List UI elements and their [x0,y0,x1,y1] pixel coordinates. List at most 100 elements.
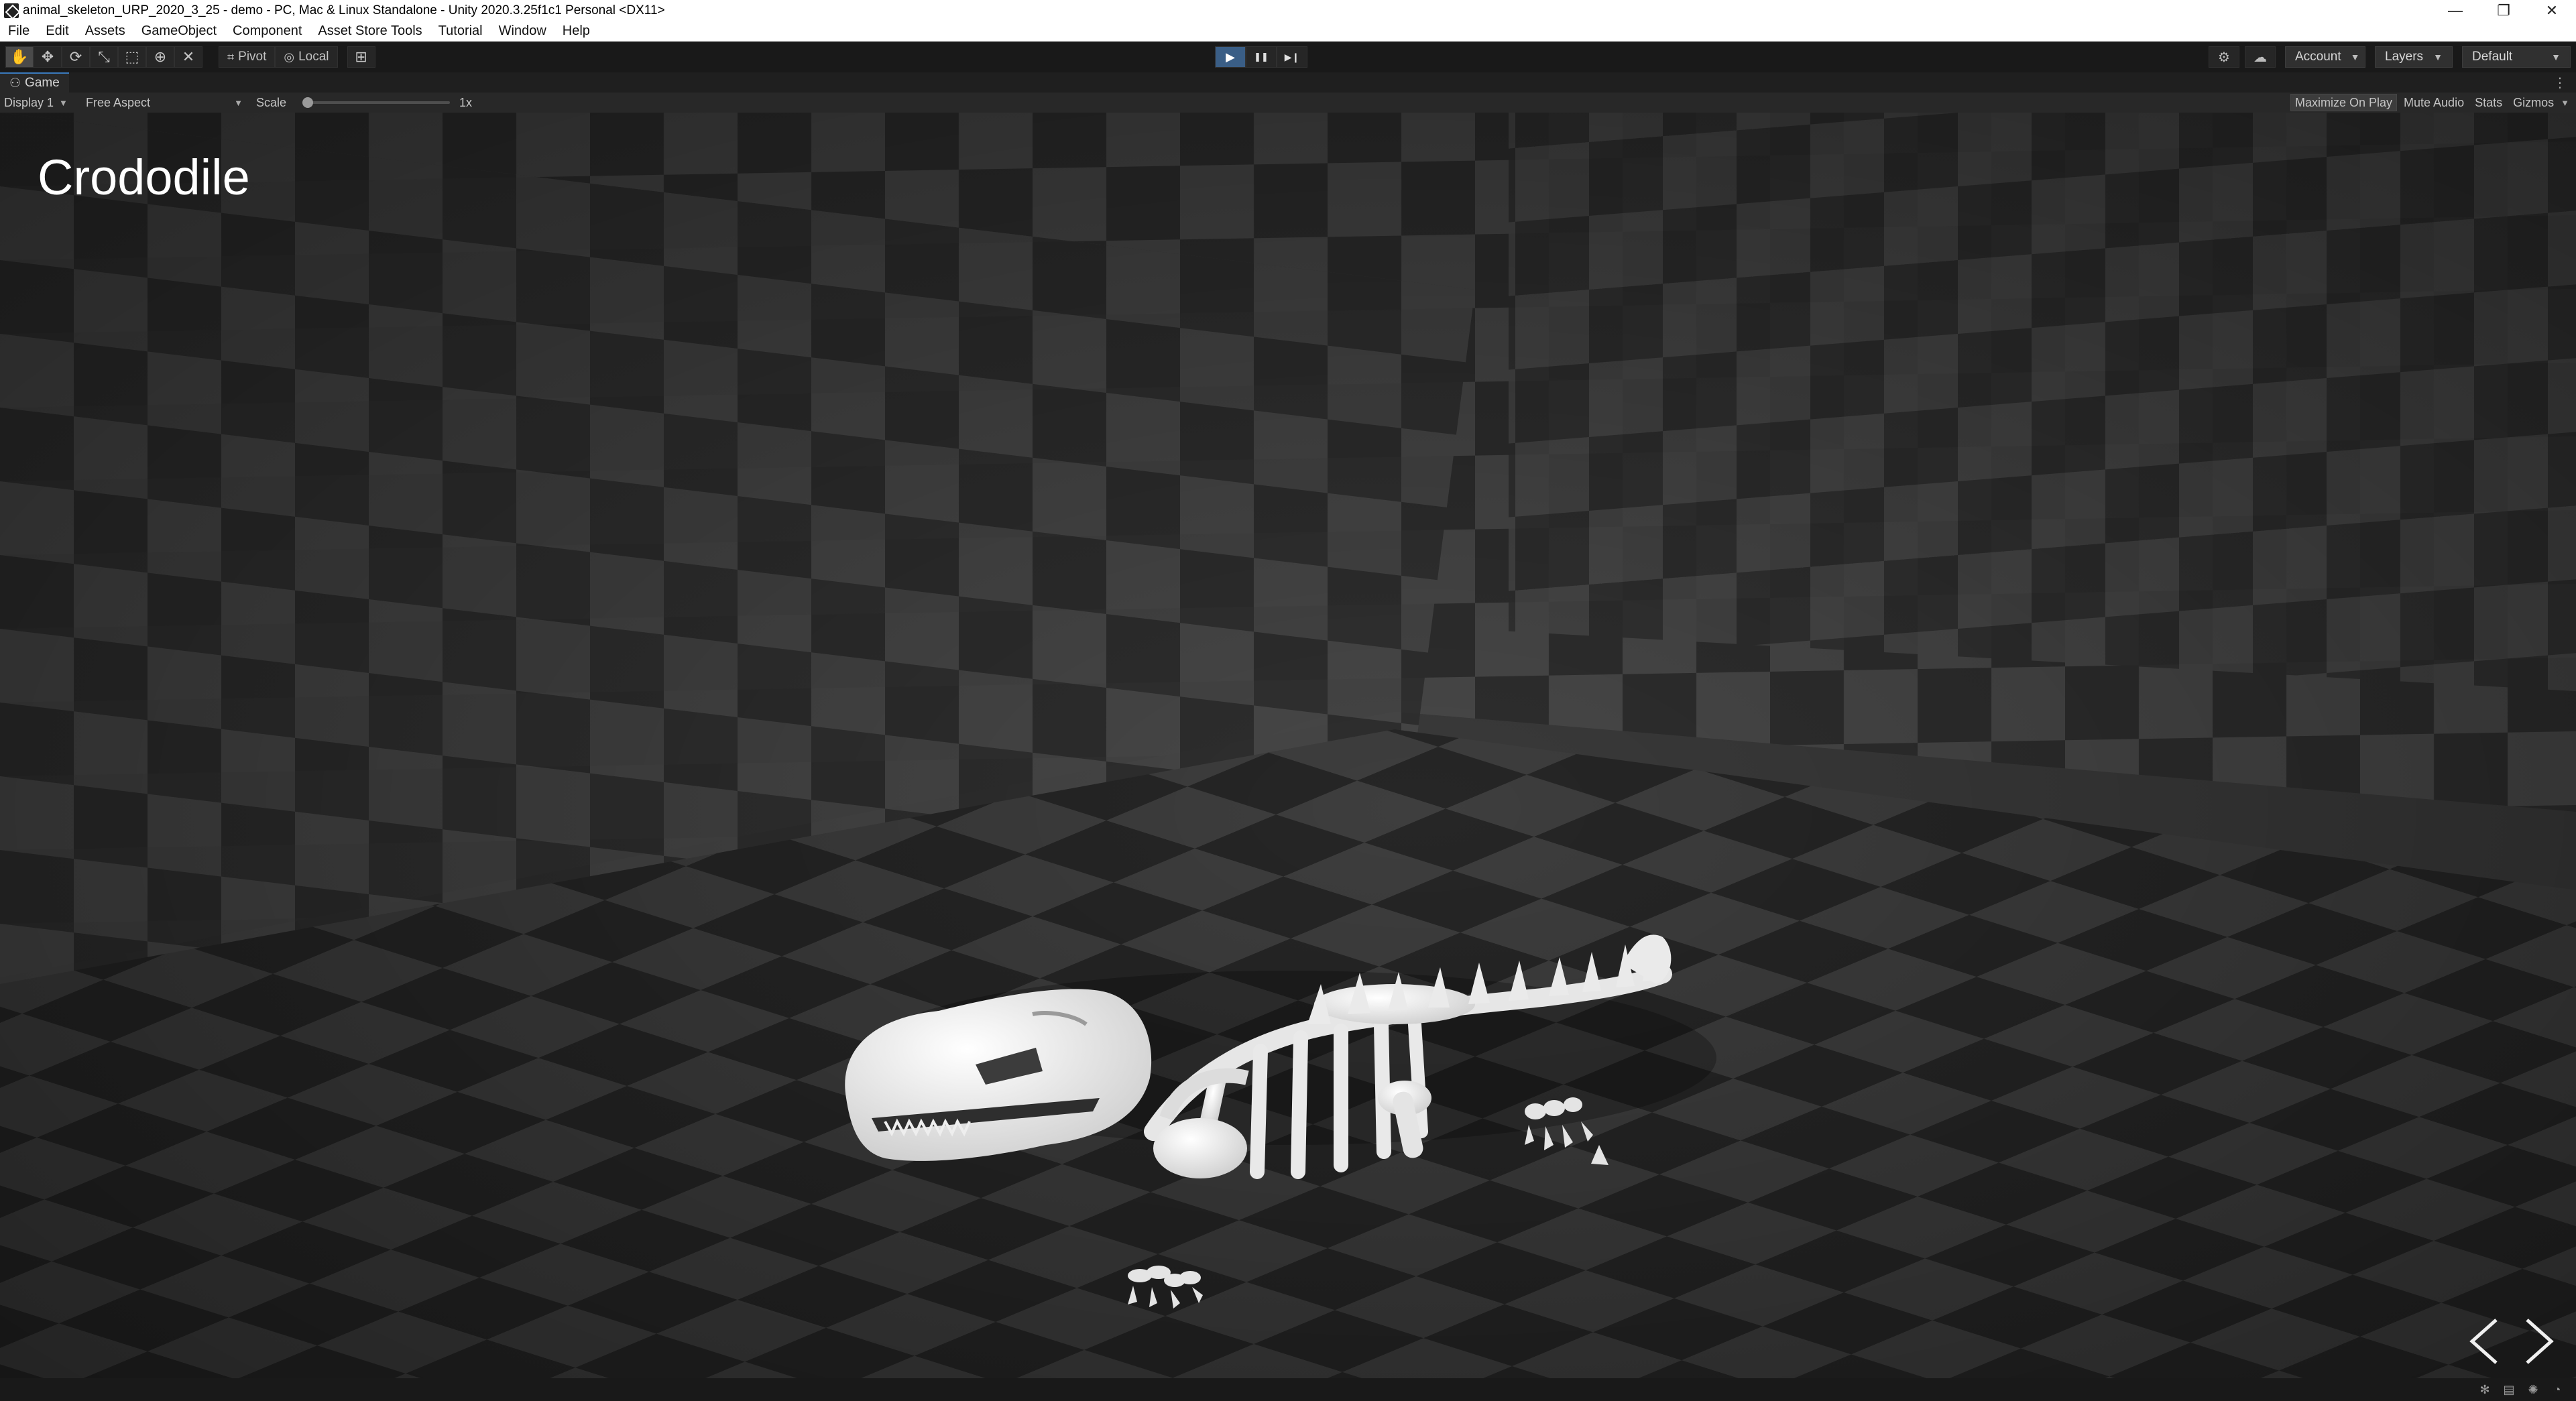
display-dropdown[interactable]: Display 1 ▼ [4,96,79,110]
display-label: Display 1 [4,95,54,109]
scale-slider-thumb[interactable] [302,97,314,108]
account-dropdown[interactable]: Account ▼ [2285,46,2365,68]
scale-label: Scale [256,95,287,109]
menu-assets[interactable]: Assets [85,23,125,39]
aspect-dropdown[interactable]: Free Aspect ▼ [86,96,243,110]
menu-bar: File Edit Assets GameObject Component As… [0,21,2576,42]
hand-icon: ✋ [10,48,29,65]
gamepad-icon: ⚇ [9,76,21,90]
layers-dropdown[interactable]: Layers ▼ [2375,46,2453,68]
chevron-down-icon: ▼ [2551,52,2561,62]
local-label: Local [298,50,329,64]
layout-dropdown[interactable]: Default ▼ [2462,46,2571,68]
next-button[interactable] [2516,1311,2563,1372]
rect-tool-button[interactable]: ⬚ [118,46,146,68]
mute-audio-toggle[interactable]: Mute Audio [2400,94,2468,111]
toolbar-right: ⚙ ☁ Account ▼ Layers ▼ Default ▼ [2203,46,2571,68]
scale-value: 1x [459,95,473,109]
chevron-down-icon: ▼ [59,97,68,108]
maximize-button[interactable]: ❐ [2479,0,2528,21]
grid-snap-icon: ⊞ [355,48,367,65]
layers-label: Layers [2385,50,2424,64]
chevron-down-icon: ▼ [2433,52,2443,62]
gizmos-label: Gizmos [2513,95,2555,109]
pause-icon: ❚❚ [1254,52,1269,62]
window-title: animal_skeleton_URP_2020_3_25 - demo - P… [23,3,665,17]
bug-icon[interactable]: ✻ [2473,1381,2497,1398]
menu-gameobject[interactable]: GameObject [141,23,217,39]
close-button[interactable]: ✕ [2528,0,2576,21]
game-viewport[interactable]: Crododile [0,113,2576,1378]
pivot-label: Pivot [238,50,267,64]
scale-tool-button[interactable]: ⤡ [90,46,118,68]
main-toolbar: ✋ ✥ ⟳ ⤡ ⬚ ⊕ ✕ ⌗ Pivot ◎ Local ⊞ ▶ ❚❚ ▶❙ … [0,42,2576,72]
lighting-icon[interactable]: ✺ [2521,1381,2545,1398]
custom-tool-icon: ✕ [182,48,195,65]
vignette-overlay [0,113,2576,1378]
minimize-button[interactable]: — [2431,0,2479,21]
tab-game-label: Game [25,76,60,90]
scale-slider[interactable] [302,97,451,108]
collab-icon: ⚙ [2218,50,2230,65]
menu-window[interactable]: Window [499,23,546,39]
snap-group: ⊞ [347,46,375,68]
maximize-on-play-toggle[interactable]: Maximize On Play [2290,94,2398,111]
menu-file[interactable]: File [8,23,30,39]
play-icon: ▶ [1226,50,1235,64]
pivot-icon: ⌗ [227,50,235,64]
scene-render [0,113,2576,1378]
cloud-icon: ☁ [2253,50,2267,65]
console-icon[interactable]: ▤ [2497,1381,2521,1398]
handle-toggles: ⌗ Pivot ◎ Local [219,46,338,68]
pivot-toggle[interactable]: ⌗ Pivot [219,46,276,68]
scale-control: Scale 1x [256,96,472,110]
move-icon: ✥ [41,48,54,65]
rotate-icon: ⟳ [69,48,82,65]
transform-icon: ⊕ [154,48,167,65]
gizmos-toggle[interactable]: Gizmos ▼ [2509,94,2573,111]
play-button[interactable]: ▶ [1215,46,1246,68]
progress-icon[interactable]: ◔ [2545,1381,2569,1398]
tab-menu-button[interactable]: ⋮ [2553,72,2567,93]
game-view-toolbar: Display 1 ▼ Free Aspect ▼ Scale 1x Maxim… [0,93,2576,113]
scale-icon: ⤡ [98,48,110,65]
tab-game[interactable]: ⚇ Game [0,72,69,93]
transform-tool-button[interactable]: ⊕ [146,46,174,68]
local-icon: ◎ [284,50,295,64]
game-view-options: Maximize On Play Mute Audio Stats Gizmos… [2288,93,2573,113]
chevron-down-icon: ▼ [2561,97,2569,108]
transform-tools: ✋ ✥ ⟳ ⤡ ⬚ ⊕ ✕ [5,46,202,68]
chevron-left-icon [2469,1319,2498,1364]
previous-button[interactable] [2461,1311,2508,1372]
unity-logo-icon [4,3,19,18]
stats-toggle[interactable]: Stats [2471,94,2506,111]
window-title-bar: animal_skeleton_URP_2020_3_25 - demo - P… [0,0,2576,21]
hand-tool-button[interactable]: ✋ [5,46,34,68]
chevron-down-icon: ▼ [2350,52,2360,62]
cloud-button[interactable]: ☁ [2245,46,2276,68]
grid-snap-button[interactable]: ⊞ [347,46,375,68]
menu-component[interactable]: Component [233,23,302,39]
game-tab-bar: ⚇ Game ⋮ [0,72,2576,93]
rect-icon: ⬚ [125,48,139,65]
chevron-right-icon [2526,1319,2554,1364]
menu-asset-store-tools[interactable]: Asset Store Tools [318,23,422,39]
account-label: Account [2295,50,2341,64]
menu-edit[interactable]: Edit [46,23,68,39]
menu-help[interactable]: Help [563,23,590,39]
local-toggle[interactable]: ◎ Local [275,46,338,68]
chevron-down-icon: ▼ [234,97,243,108]
menu-tutorial[interactable]: Tutorial [438,23,483,39]
rotate-tool-button[interactable]: ⟳ [62,46,90,68]
collab-button[interactable]: ⚙ [2209,46,2239,68]
aspect-label: Free Aspect [86,95,151,109]
scene-title: Crododile [38,149,250,205]
move-tool-button[interactable]: ✥ [34,46,62,68]
play-controls: ▶ ❚❚ ▶❙ [1215,46,1307,68]
layout-label: Default [2472,50,2513,64]
step-button[interactable]: ▶❙ [1277,46,1307,68]
custom-tool-button[interactable]: ✕ [174,46,202,68]
pause-button[interactable]: ❚❚ [1246,46,1277,68]
step-icon: ▶❙ [1284,51,1300,62]
status-bar: ✻ ▤ ✺ ◔ [0,1378,2576,1401]
